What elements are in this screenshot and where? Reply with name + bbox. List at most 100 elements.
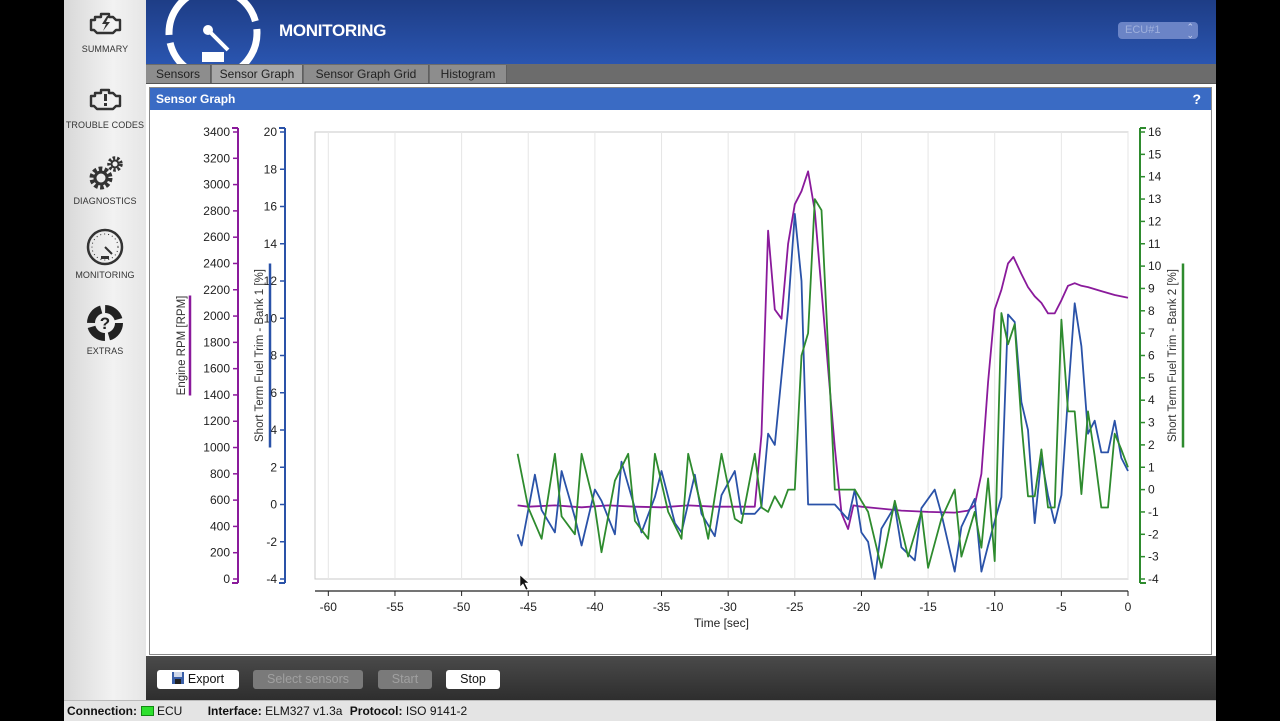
- x-tick-label: -40: [586, 600, 604, 614]
- x-tick-label: -15: [919, 600, 937, 614]
- x-tick-label: -45: [520, 600, 538, 614]
- y-tick-label: 5: [1148, 371, 1155, 385]
- start-button[interactable]: Start: [378, 670, 432, 689]
- y-tick-label: 2000: [203, 309, 230, 323]
- interface-label: Interface:: [207, 704, 262, 718]
- gauge-logo-icon: [165, 0, 261, 64]
- y-tick-label: -3: [1148, 550, 1159, 564]
- sidebar-item-label: MONITORING: [75, 270, 135, 280]
- status-bar: Connection: ECU Interface: ELM327 v1.3a P…: [64, 700, 1216, 721]
- sidebar-item-label: EXTRAS: [86, 346, 124, 356]
- x-axis-label: Time [sec]: [694, 616, 749, 630]
- y-tick-label: -4: [1148, 572, 1159, 586]
- y-tick-label: 3: [1148, 416, 1155, 430]
- y-tick-label: 200: [210, 546, 230, 560]
- y-tick-label: 0: [223, 572, 230, 586]
- sidebar-item-label: DIAGNOSTICS: [73, 196, 137, 206]
- y-tick-label: 20: [264, 125, 278, 139]
- y-tick-label: 8: [1148, 304, 1155, 318]
- y-axis-title-b1: Short Term Fuel Trim - Bank 1 [%]: [254, 269, 266, 442]
- y-tick-label: 16: [264, 200, 278, 214]
- tab-bar: Sensors Sensor Graph Sensor Graph Grid H…: [146, 64, 1216, 84]
- stop-button[interactable]: Stop: [446, 670, 500, 689]
- y-tick-label: 4: [270, 423, 277, 437]
- y-tick-label: 16: [1148, 125, 1162, 139]
- y-tick-label: 400: [210, 519, 230, 533]
- y-tick-label: 600: [210, 493, 230, 507]
- y-tick-label: -2: [1148, 527, 1159, 541]
- y-tick-label: 3000: [203, 178, 230, 192]
- y-tick-label: 14: [264, 237, 278, 251]
- y-tick-label: 6: [1148, 349, 1155, 363]
- sidebar-item-monitoring[interactable]: MONITORING: [64, 228, 146, 280]
- sensor-graph-panel: Sensor Graph ? -60 -55 -50 -45 -40 -35 -30 -25-…: [149, 87, 1212, 655]
- sidebar-item-label: TROUBLE CODES: [65, 120, 145, 130]
- y-tick-label: 10: [1148, 259, 1162, 273]
- y-tick-label: 3200: [203, 151, 230, 165]
- y-tick-label: 11: [1148, 237, 1161, 251]
- y-tick-label: 3400: [203, 125, 230, 139]
- y-axis-title-b2: Short Term Fuel Trim - Bank 2 [%]: [1167, 269, 1179, 442]
- sidebar-item-extras[interactable]: ? EXTRAS: [64, 304, 146, 356]
- y-tick-label: 9: [1148, 281, 1155, 295]
- x-tick-label: -25: [786, 600, 804, 614]
- y-tick-label: 2800: [203, 204, 230, 218]
- y-tick-label: 2200: [203, 283, 230, 297]
- y-tick-label: 0: [1148, 483, 1155, 497]
- footer-toolbar: Export Select sensors Start Stop: [146, 656, 1216, 700]
- x-tick-label: -10: [986, 600, 1004, 614]
- x-tick-label: 0: [1125, 600, 1132, 614]
- connection-led-icon: [141, 705, 154, 716]
- x-tick-label: -50: [453, 600, 471, 614]
- y-tick-label: 0: [270, 498, 277, 512]
- sidebar-item-diagnostics[interactable]: DIAGNOSTICS: [64, 154, 146, 206]
- sidebar-item-summary[interactable]: SUMMARY: [64, 6, 146, 54]
- y-tick-label: 13: [1148, 192, 1162, 206]
- tab-sensor-graph-grid[interactable]: Sensor Graph Grid: [304, 65, 429, 83]
- y-tick-label: 2: [270, 460, 277, 474]
- app-window: SUMMARY TROUBLE CODES DIAGNOSTICS MONITO…: [64, 0, 1216, 721]
- content-area: Sensor Graph ? -60 -55 -50 -45 -40 -35 -30 -25-…: [146, 84, 1216, 656]
- sidebar-item-trouble-codes[interactable]: TROUBLE CODES: [64, 82, 146, 130]
- tab-sensors[interactable]: Sensors: [146, 65, 211, 83]
- ecu-select[interactable]: ECU#1 ⌃ ⌄: [1118, 22, 1198, 40]
- sidebar: SUMMARY TROUBLE CODES DIAGNOSTICS MONITO…: [64, 0, 147, 700]
- y-tick-label: 2: [1148, 438, 1155, 452]
- y-tick-label: -4: [266, 572, 277, 586]
- gauge-icon: [86, 228, 124, 266]
- y-tick-label: 1000: [203, 441, 230, 455]
- x-tick-label: -55: [386, 600, 404, 614]
- select-sensors-button[interactable]: Select sensors: [253, 670, 363, 689]
- export-button[interactable]: Export: [157, 670, 239, 689]
- y-tick-label: 1800: [203, 335, 230, 349]
- tab-sensor-graph[interactable]: Sensor Graph: [212, 65, 303, 83]
- y-tick-label: 800: [210, 467, 230, 481]
- protocol-label: Protocol:: [349, 704, 403, 718]
- y-tick-label: -1: [1148, 505, 1159, 519]
- x-tick-label: -35: [653, 600, 671, 614]
- interface-value: ELM327 v1.3a: [265, 704, 343, 718]
- x-tick-label: -5: [1056, 600, 1067, 614]
- help-lifebuoy-icon: ?: [87, 305, 123, 341]
- y-tick-label: 4: [1148, 393, 1155, 407]
- header: MONITORING ECU#1 ⌃ ⌄: [146, 0, 1216, 64]
- gears-icon: [89, 156, 123, 190]
- connection-value: ECU: [157, 704, 183, 718]
- svg-text:?: ?: [100, 314, 110, 333]
- tab-histogram[interactable]: Histogram: [430, 65, 507, 83]
- y-tick-label: 1200: [203, 414, 230, 428]
- y-axis-title-rpm: Engine RPM [RPM]: [176, 296, 188, 396]
- y-tick-label: -2: [266, 535, 277, 549]
- engine-warning-icon: [89, 88, 122, 111]
- protocol-value: ISO 9141-2: [405, 704, 468, 718]
- y-tick-label: 1600: [203, 362, 230, 376]
- y-tick-label: 1400: [203, 388, 230, 402]
- x-tick-label: -20: [853, 600, 871, 614]
- sidebar-item-label: SUMMARY: [81, 44, 129, 54]
- sensor-graph-chart: -60 -55 -50 -45 -40 -35 -30 -25 -20 -15 -10 -5 0Time…: [176, 125, 1185, 630]
- y-tick-label: 15: [1148, 147, 1162, 161]
- y-tick-label: 6: [270, 386, 277, 400]
- y-tick-label: 12: [1148, 214, 1162, 228]
- select-arrows-icon: ⌃ ⌄: [1186, 22, 1194, 40]
- y-tick-label: 8: [270, 349, 277, 363]
